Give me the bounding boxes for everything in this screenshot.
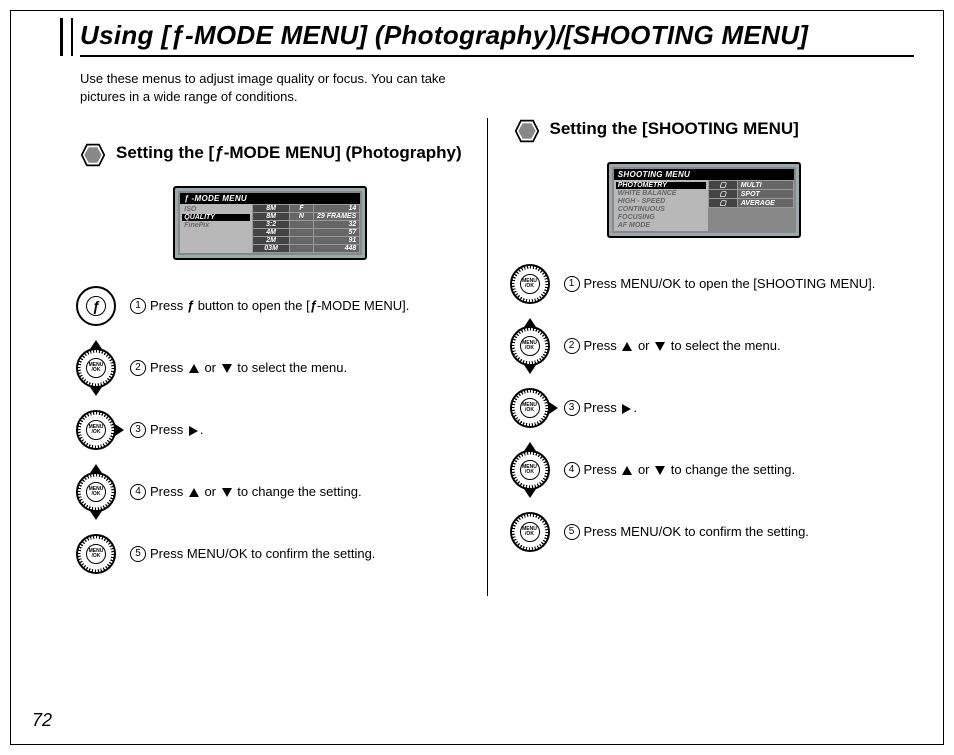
lcd-menu-items: PHOTOMETRYWHITE BALANCEHIGH - SPEEDCONTI… [614,180,708,231]
control-dial-icon: MENU/OK [76,534,116,574]
instruction-step: MENU/OK 5Press MENU/OK to confirm the set… [76,534,463,574]
step-text: 1Press MENU/OK to open the [SHOOTING MEN… [564,275,897,293]
instruction-step: MENU/OK 5Press MENU/OK to confirm the set… [510,512,897,552]
instruction-step: MENU/OK 2Press or to select the menu. [510,326,897,366]
control-dial-icon: MENU/OK [510,512,550,552]
hexagon-icon [514,118,540,144]
hexagon-icon [80,142,106,168]
title-mid: -MODE MENU] (Photography)/[SHOOTING MENU… [185,20,808,50]
page-title: Using [ƒ-MODE MENU] (Photography)/[SHOOT… [80,20,914,51]
lcd-menu-items: ISOQUALITYFinePix [180,204,252,253]
instruction-step: MENU/OK 3Press . [76,410,463,450]
section-title-left: Setting the [ƒ-MODE MENU] (Photography) [116,142,462,163]
content-columns: Setting the [ƒ-MODE MENU] (Photography) … [60,118,914,596]
step-text: 3Press . [130,421,463,439]
instruction-step: MENU/OK 4Press or to change the setting. [510,450,897,490]
page-number: 72 [32,710,52,731]
intro-text: Use these menus to adjust image quality … [80,70,460,105]
control-dial-icon: MENU/OK [76,410,116,450]
section-heading-right: Setting the [SHOOTING MENU] [514,118,905,144]
instruction-step: MENU/OK 3Press . [510,388,897,428]
lcd-header: SHOOTING MENU [614,169,794,180]
manual-page: Using [ƒ-MODE MENU] (Photography)/[SHOOT… [0,0,954,755]
step-text: 3Press . [564,399,897,417]
instruction-step: MENU/OK 1Press MENU/OK to open the [SHOOT… [510,264,897,304]
step-text: 4Press or to change the setting. [564,461,897,479]
binding-mark [60,18,73,56]
control-dial-icon: MENU/OK [510,388,550,428]
lcd-options: 8MF148MN29 FRAMES3:2324M572M9103M448 [252,204,360,253]
f-icon: ƒ [170,20,185,50]
step-text: 1Press ƒ button to open the [ƒ-MODE MENU… [130,297,463,315]
step-text: 2Press or to select the menu. [130,359,463,377]
steps-left: ƒ 1Press ƒ button to open the [ƒ-MODE MEN… [76,286,463,574]
heading-pre: Setting the [ [116,143,214,162]
control-dial-icon: ƒ [76,286,116,326]
control-dial-icon: MENU/OK [76,472,116,512]
f-icon: ƒ [214,143,223,162]
section-title-right: Setting the [SHOOTING MENU] [550,118,799,139]
control-dial-icon: MENU/OK [76,348,116,388]
control-dial-icon: MENU/OK [510,264,550,304]
right-column: Setting the [SHOOTING MENU] SHOOTING MEN… [494,118,915,596]
lcd-options: ▢MULTI▢SPOT▢AVERAGE [708,180,794,231]
title-pre: Using [ [80,20,170,50]
heading-post: -MODE MENU] (Photography) [224,143,462,162]
lcd-header: ƒ -MODE MENU [180,193,360,204]
lcd-mock-shooting: SHOOTING MENU PHOTOMETRYWHITE BALANCEHIG… [607,162,801,238]
lcd-mock-fmode: ƒ -MODE MENU ISOQUALITYFinePix 8MF148MN2… [173,186,367,260]
instruction-step: ƒ 1Press ƒ button to open the [ƒ-MODE MEN… [76,286,463,326]
step-text: 5Press MENU/OK to confirm the setting. [130,545,463,563]
step-text: 5Press MENU/OK to confirm the setting. [564,523,897,541]
step-text: 2Press or to select the menu. [564,337,897,355]
control-dial-icon: MENU/OK [510,326,550,366]
page-title-wrap: Using [ƒ-MODE MENU] (Photography)/[SHOOT… [80,20,914,57]
instruction-step: MENU/OK 4Press or to change the setting. [76,472,463,512]
control-dial-icon: MENU/OK [510,450,550,490]
left-column: Setting the [ƒ-MODE MENU] (Photography) … [60,118,481,596]
section-heading-left: Setting the [ƒ-MODE MENU] (Photography) [80,142,471,168]
step-text: 4Press or to change the setting. [130,483,463,501]
instruction-step: MENU/OK 2Press or to select the menu. [76,348,463,388]
steps-right: MENU/OK 1Press MENU/OK to open the [SHOOT… [510,264,897,552]
column-divider [487,118,488,596]
